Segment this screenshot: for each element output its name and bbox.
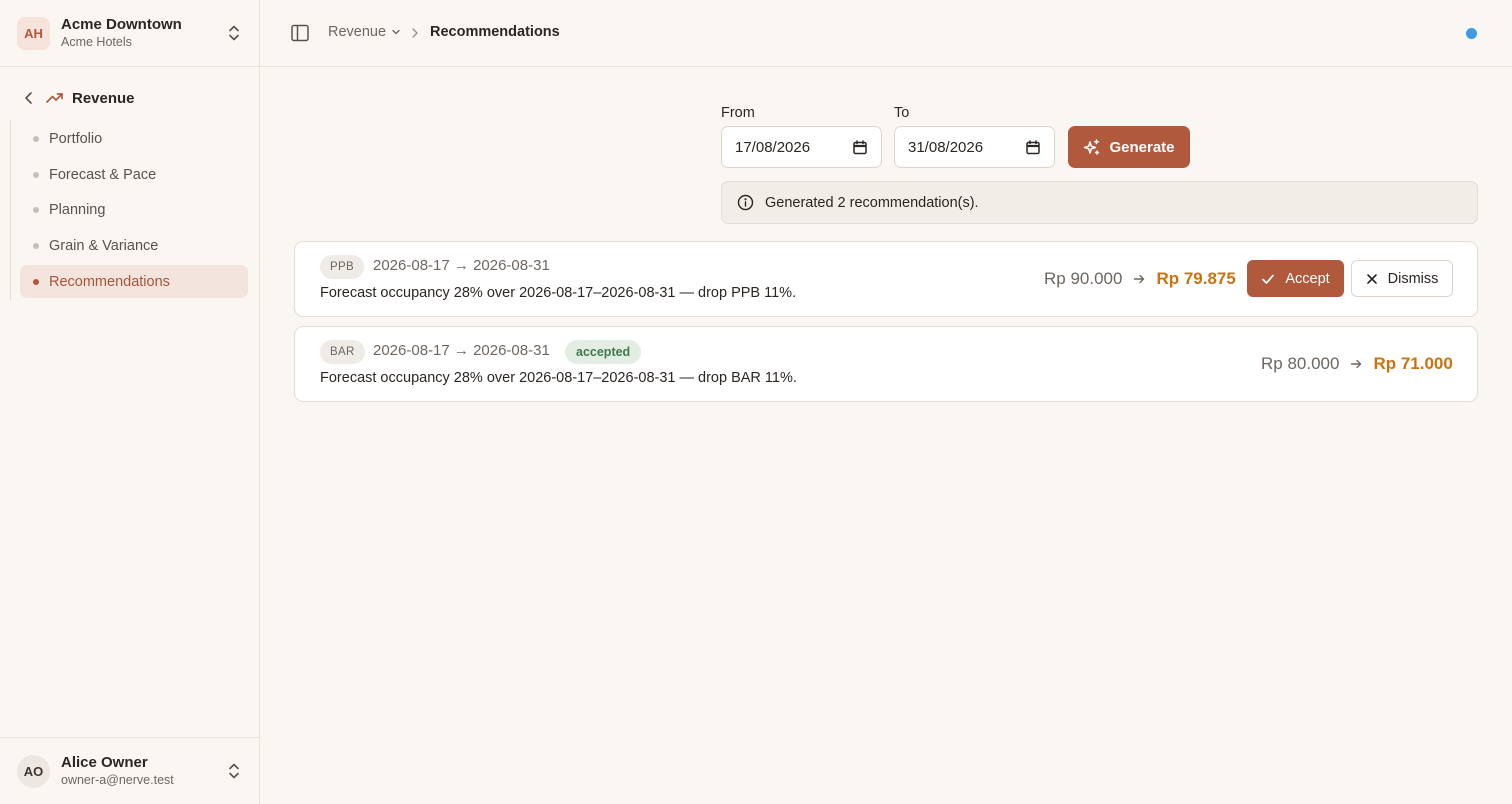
sidebar-item-forecast-pace[interactable]: Forecast & Pace [20,158,248,191]
sidebar: AH Acme Downtown Acme Hotels Revenue Por… [0,0,260,804]
status-badge: accepted [565,340,642,364]
generate-button-label: Generate [1109,138,1175,156]
nav-section-header[interactable]: Revenue [22,86,135,110]
user-avatar: AO [17,754,50,788]
breadcrumb-root[interactable]: Revenue [328,24,401,40]
recommendation-description: Forecast occupancy 28% over 2026-08-17–2… [320,285,797,301]
sidebar-item-label: Planning [49,201,106,218]
org-name: Acme Downtown [61,15,182,33]
price-change: Rp 80.000 Rp 71.000 [1261,354,1453,374]
old-price: Rp 90.000 [1044,269,1123,288]
sidebar-item-recommendations[interactable]: Recommendations [20,265,248,298]
from-date-input[interactable]: 17/08/2026 [721,126,882,168]
org-subtitle: Acme Hotels [61,34,132,49]
calendar-icon[interactable] [1026,140,1040,155]
bullet-icon [33,242,39,249]
recommendation-description: Forecast occupancy 28% over 2026-08-17–2… [320,370,797,386]
to-label: To [894,105,910,121]
calendar-icon[interactable] [853,140,867,155]
accept-button[interactable]: Accept [1247,260,1344,297]
chevrons-up-down-icon [229,25,239,41]
bullet-icon [33,278,39,285]
org-avatar: AH [17,16,50,50]
topbar: Revenue Recommendations [260,0,1512,67]
chevron-down-icon [392,29,400,35]
sidebar-item-planning[interactable]: Planning [20,193,248,226]
recommendation-card: BAR 2026-08-17 → 2026-08-31 accepted For… [294,326,1478,402]
date-range: 2026-08-17 → 2026-08-31 [373,257,550,274]
new-price: Rp 79.875 [1156,269,1236,288]
generate-button[interactable]: Generate [1068,126,1190,168]
new-price: Rp 71.000 [1373,354,1453,373]
nav-section-title: Revenue [72,89,135,107]
arrow-right-icon [1134,274,1145,284]
close-icon [1366,273,1377,284]
user-email: owner-a@nerve.test [61,772,174,787]
check-icon [1262,274,1275,284]
from-date-value: 17/08/2026 [735,138,811,156]
info-icon [737,194,754,211]
sidebar-toggle-icon[interactable] [291,24,309,42]
dismiss-button-label: Dismiss [1387,270,1439,287]
price-change: Rp 90.000 Rp 79.875 [1044,269,1236,289]
rate-code-badge: BAR [320,340,365,364]
sidebar-item-label: Portfolio [49,130,103,147]
sidebar-item-portfolio[interactable]: Portfolio [20,122,248,155]
sidebar-item-grain-variance[interactable]: Grain & Variance [20,229,248,262]
nav-tree-line [10,120,11,300]
chevron-left-icon[interactable] [22,91,36,105]
bullet-icon [33,171,39,178]
old-price: Rp 80.000 [1261,354,1340,373]
user-menu[interactable]: AO Alice Owner owner-a@nerve.test [0,737,259,804]
trending-up-icon [46,93,63,103]
sidebar-item-label: Forecast & Pace [49,166,157,183]
user-name: Alice Owner [61,753,148,771]
status-indicator [1466,28,1477,39]
arrow-right-icon [1351,359,1362,369]
info-notice: Generated 2 recommendation(s). [721,181,1478,224]
chevrons-up-down-icon [229,763,239,779]
accept-button-label: Accept [1285,270,1330,287]
org-switcher[interactable]: AH Acme Downtown Acme Hotels [0,0,259,67]
bullet-icon [33,135,39,142]
sidebar-item-label: Recommendations [49,273,170,290]
info-notice-text: Generated 2 recommendation(s). [765,194,979,211]
sparkles-icon [1084,138,1100,155]
rate-code-badge: PPB [320,255,364,279]
date-range: 2026-08-17 → 2026-08-31 [373,342,550,359]
to-date-input[interactable]: 31/08/2026 [894,126,1055,168]
to-date-value: 31/08/2026 [908,138,984,156]
recommendation-card: PPB 2026-08-17 → 2026-08-31 Forecast occ… [294,241,1478,317]
breadcrumb-root-label: Revenue [328,24,387,40]
sidebar-item-label: Grain & Variance [49,237,159,254]
dismiss-button[interactable]: Dismiss [1351,260,1453,297]
bullet-icon [33,206,39,213]
breadcrumb-current: Recommendations [430,24,560,40]
from-label: From [721,105,755,121]
chevron-right-icon [412,28,418,38]
